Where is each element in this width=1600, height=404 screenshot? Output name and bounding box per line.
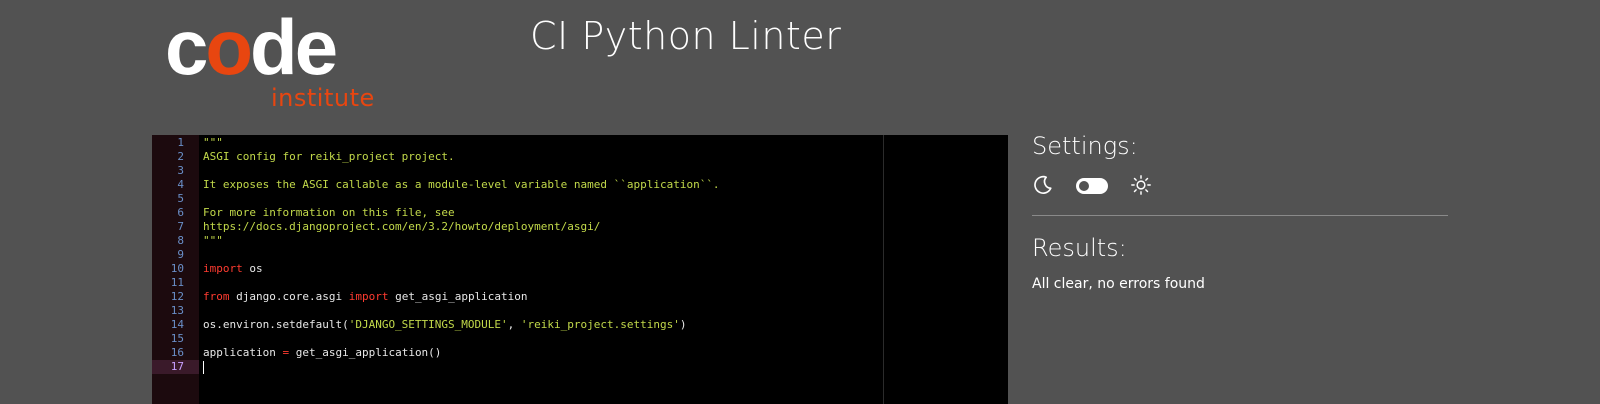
docstring-token: """ bbox=[203, 234, 223, 247]
string-token: 'DJANGO_SETTINGS_MODULE' bbox=[348, 318, 508, 331]
code-text: import os bbox=[203, 262, 263, 276]
code-editor[interactable]: 1 """ 2 ASGI config for reiki_project proje… bbox=[152, 135, 1008, 404]
line-number: 7 bbox=[177, 220, 184, 233]
logo-subtitle: institute bbox=[271, 84, 375, 112]
line-number: 12 bbox=[170, 290, 184, 303]
code-line[interactable]: 14 os.environ.setdefault('DJANGO_SETTINGS… bbox=[152, 318, 1008, 332]
code-text: os.environ.setdefault('DJANGO_SETTINGS_M… bbox=[203, 318, 686, 332]
docstring-token: ASGI config for reiki_project project. bbox=[203, 150, 455, 163]
code-line[interactable]: 12 from django.core.asgi import get_asgi_… bbox=[152, 290, 1008, 304]
code-text: It exposes the ASGI callable as a module… bbox=[203, 178, 720, 192]
line-number: 15 bbox=[170, 332, 184, 345]
code-line[interactable]: 10 import os bbox=[152, 262, 1008, 276]
line-number: 2 bbox=[177, 150, 184, 163]
code-token: get_asgi_application bbox=[388, 290, 528, 303]
line-number: 3 bbox=[177, 164, 184, 177]
code-line[interactable]: 6 For more information on this file, see bbox=[152, 206, 1008, 220]
settings-heading: Settings: bbox=[1032, 132, 1138, 160]
code-token: os.environ.setdefault( bbox=[203, 318, 349, 331]
code-text: from django.core.asgi import get_asgi_ap… bbox=[203, 290, 528, 304]
code-line[interactable]: 9 bbox=[152, 248, 1008, 262]
line-number: 1 bbox=[177, 136, 184, 149]
line-number: 5 bbox=[177, 192, 184, 205]
code-text: https://docs.djangoproject.com/en/3.2/ho… bbox=[203, 220, 600, 234]
code-line[interactable]: 11 bbox=[152, 276, 1008, 290]
line-number: 8 bbox=[177, 234, 184, 247]
docstring-token: It exposes the ASGI callable as a module… bbox=[203, 178, 720, 191]
code-token: django.core.asgi bbox=[229, 290, 349, 303]
code-line[interactable]: 15 bbox=[152, 332, 1008, 346]
moon-icon bbox=[1034, 175, 1052, 194]
settings-divider bbox=[1032, 215, 1448, 216]
code-token: os bbox=[242, 262, 263, 275]
keyword-token: import bbox=[203, 262, 243, 275]
code-token: get_asgi_application() bbox=[289, 346, 442, 359]
code-line[interactable]: 4 It exposes the ASGI callable as a modul… bbox=[152, 178, 1008, 192]
docstring-token: """ bbox=[203, 136, 223, 149]
keyword-token: import bbox=[348, 290, 389, 303]
toggle-knob bbox=[1079, 181, 1089, 191]
code-text: ASGI config for reiki_project project. bbox=[203, 150, 455, 164]
string-token: 'reiki_project.settings' bbox=[520, 318, 680, 331]
code-institute-logo: code institute bbox=[165, 8, 385, 116]
docstring-token: https://docs.djangoproject.com/en/3.2/ho… bbox=[203, 220, 601, 233]
code-line[interactable]: 3 bbox=[152, 164, 1008, 178]
code-line[interactable]: 8 """ bbox=[152, 234, 1008, 248]
text-cursor bbox=[203, 360, 204, 374]
code-text: """ bbox=[203, 234, 223, 248]
results-heading: Results: bbox=[1032, 234, 1127, 262]
code-line[interactable]: 13 bbox=[152, 304, 1008, 318]
docstring-token: For more information on this file, see bbox=[203, 206, 455, 219]
code-token: application bbox=[203, 346, 283, 359]
line-number: 13 bbox=[170, 304, 184, 317]
code-line[interactable]: 5 bbox=[152, 192, 1008, 206]
code-line[interactable]: 2 ASGI config for reiki_project project. bbox=[152, 150, 1008, 164]
line-number: 4 bbox=[177, 178, 184, 191]
page-title: CI Python Linter bbox=[530, 14, 842, 58]
code-line[interactable]: 16 application = get_asgi_application() bbox=[152, 346, 1008, 360]
line-number: 9 bbox=[177, 248, 184, 261]
code-line[interactable]: 1 """ bbox=[152, 136, 1008, 150]
code-line[interactable]: 17 bbox=[152, 360, 1008, 374]
sun-icon bbox=[1131, 175, 1151, 195]
theme-toggle[interactable] bbox=[1076, 178, 1108, 194]
line-number: 11 bbox=[170, 276, 184, 289]
line-number: 17 bbox=[152, 360, 199, 374]
code-token: ) bbox=[679, 318, 687, 331]
line-number: 6 bbox=[177, 206, 184, 219]
logo-wordmark: code bbox=[165, 3, 338, 91]
results-message: All clear, no errors found bbox=[1032, 276, 1205, 292]
code-line[interactable]: 7 https://docs.djangoproject.com/en/3.2/h… bbox=[152, 220, 1008, 234]
code-area[interactable]: 1 """ 2 ASGI config for reiki_project proje… bbox=[152, 136, 1008, 374]
line-number: 14 bbox=[170, 318, 184, 331]
line-number: 10 bbox=[170, 262, 184, 275]
code-text: """ bbox=[203, 136, 223, 150]
theme-switcher bbox=[1032, 172, 1232, 200]
code-text: application = get_asgi_application() bbox=[203, 346, 441, 360]
code-token: , bbox=[507, 318, 521, 331]
keyword-token: from bbox=[203, 290, 230, 303]
code-text: For more information on this file, see bbox=[203, 206, 455, 220]
line-number: 16 bbox=[170, 346, 184, 359]
code-text bbox=[203, 360, 204, 374]
